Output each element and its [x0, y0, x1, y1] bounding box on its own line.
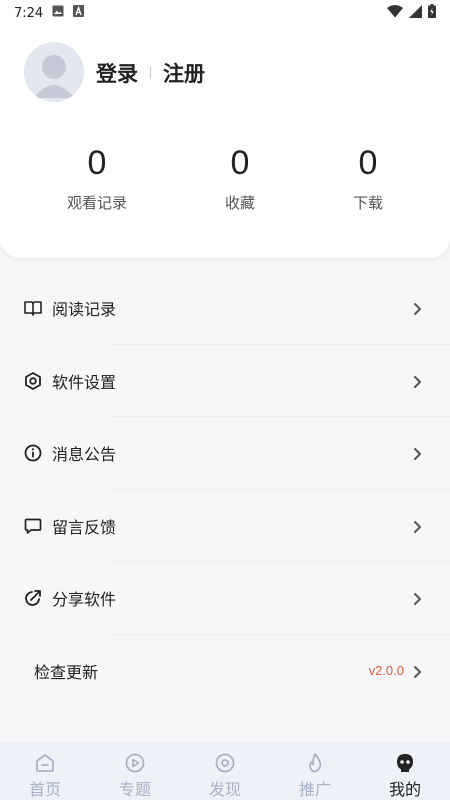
nav-home[interactable]: 首页	[0, 742, 90, 800]
chevron-right-icon	[412, 591, 422, 606]
play-circle-icon	[124, 752, 146, 774]
flame-icon	[304, 752, 326, 774]
avatar[interactable]	[24, 42, 84, 102]
battery-icon	[428, 4, 436, 22]
stat-value: 0	[230, 144, 250, 182]
share-icon	[24, 589, 42, 607]
chevron-right-icon	[412, 446, 422, 461]
stat-downloads[interactable]: 0 下载	[308, 142, 428, 213]
nav-mine[interactable]: 我的	[360, 742, 450, 800]
stat-watch-history[interactable]: 0 观看记录	[37, 142, 157, 213]
menu-item-label: 软件设置	[52, 372, 117, 392]
nav-label: 我的	[388, 780, 421, 799]
menu-item-label: 消息公告	[52, 445, 117, 465]
chevron-right-icon	[412, 519, 422, 533]
chevron-right-icon	[412, 664, 422, 678]
menu-item-check-update[interactable]: 检查更新 v2.0.0	[0, 635, 450, 708]
font-a-icon	[73, 5, 85, 21]
stat-value: 0	[358, 144, 378, 182]
nav-promote[interactable]: 推广	[270, 742, 360, 800]
menu-item-share[interactable]: 分享软件	[0, 562, 450, 635]
home-icon	[34, 752, 56, 774]
menu-item-announcements[interactable]: 消息公告	[0, 417, 450, 490]
version-label: v2.0.0	[368, 663, 404, 679]
stat-favorites[interactable]: 0 收藏	[180, 142, 300, 213]
status-time: 7:24	[14, 5, 44, 21]
menu-item-feedback[interactable]: 留言反馈	[0, 490, 450, 562]
nav-label: 发现	[208, 780, 241, 799]
profile-face-icon	[394, 752, 416, 774]
profile-card: 登录 注册 0 观看记录 0 收藏 0 下载	[0, 26, 450, 258]
message-icon	[24, 517, 42, 535]
menu-item-software-settings[interactable]: 软件设置	[0, 345, 450, 417]
bottom-nav: 首页 专题 发现 推广 我的	[0, 742, 450, 800]
chevron-right-icon	[412, 374, 422, 388]
auth-links: 登录 注册	[96, 60, 205, 86]
nav-topics[interactable]: 专题	[90, 742, 180, 800]
menu-item-label: 阅读记录	[52, 300, 117, 320]
status-bar: 7:24	[0, 0, 450, 26]
stat-label: 下载	[352, 194, 383, 212]
nav-label: 推广	[298, 780, 331, 799]
image-icon	[52, 5, 64, 21]
nav-label: 专题	[118, 780, 151, 799]
discover-icon	[214, 752, 236, 774]
info-icon	[24, 444, 42, 462]
menu-item-label: 检查更新	[34, 662, 99, 682]
menu-item-reading-history[interactable]: 阅读记录	[0, 272, 450, 345]
book-icon	[24, 299, 42, 317]
signal-icon	[409, 4, 422, 22]
settings-hexagon-icon	[24, 371, 42, 390]
stat-label: 观看记录	[66, 194, 127, 212]
menu-item-label: 分享软件	[52, 590, 117, 610]
auth-divider	[150, 67, 151, 79]
wifi-icon	[387, 4, 403, 22]
stat-value: 0	[87, 144, 107, 182]
register-link[interactable]: 注册	[163, 58, 205, 88]
nav-discover[interactable]: 发现	[180, 742, 270, 800]
settings-menu: 阅读记录 软件设置 消息公告 留言反馈 分享软件 检查更新 v2.0.0	[0, 272, 450, 707]
nav-label: 首页	[28, 780, 61, 799]
chevron-right-icon	[412, 301, 422, 316]
menu-item-label: 留言反馈	[52, 517, 117, 537]
default-avatar-icon	[24, 42, 84, 102]
stat-label: 收藏	[224, 194, 255, 212]
login-link[interactable]: 登录	[96, 58, 138, 88]
